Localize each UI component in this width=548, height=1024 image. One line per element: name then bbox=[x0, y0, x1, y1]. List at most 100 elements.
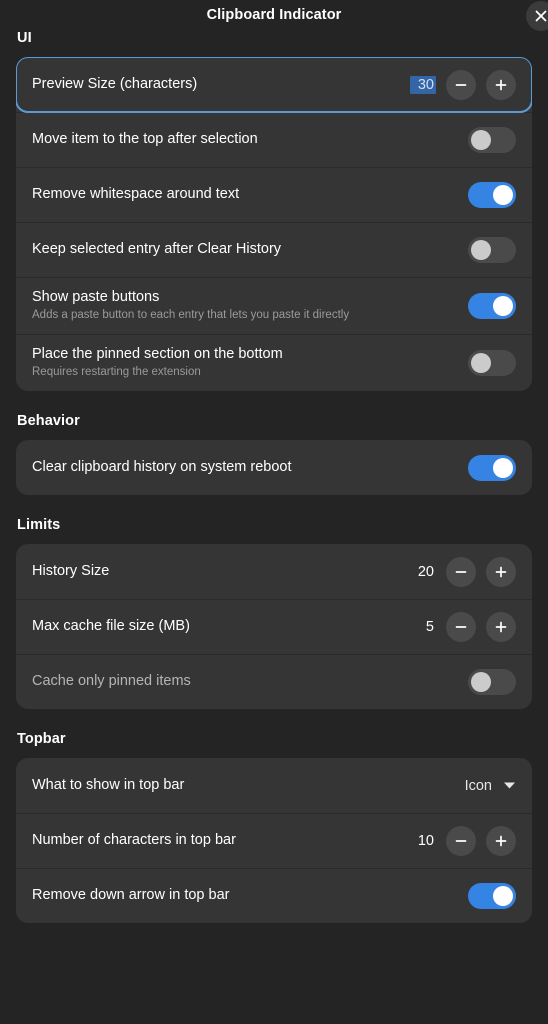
row-control bbox=[468, 181, 516, 208]
settings-group: What to show in top bar Icon Number of cha… bbox=[16, 758, 532, 923]
settings-group: Preview Size (characters) 30 Move item to … bbox=[16, 57, 532, 391]
spin-button[interactable]: 30 bbox=[410, 69, 516, 100]
toggle-switch[interactable] bbox=[468, 349, 516, 376]
row-control: 20 bbox=[410, 556, 516, 587]
spin-value[interactable]: 30 bbox=[410, 75, 436, 94]
row-labels: Move item to the top after selection bbox=[32, 130, 456, 148]
section-ui: UI Preview Size (characters) 30 Move item t… bbox=[16, 30, 532, 391]
toggle-switch[interactable] bbox=[468, 882, 516, 909]
toggle-knob bbox=[493, 885, 513, 906]
settings-row-remove-down-arrow-in-top-bar[interactable]: Remove down arrow in top bar bbox=[16, 868, 532, 923]
spin-value[interactable]: 20 bbox=[410, 563, 436, 581]
toggle-knob bbox=[493, 184, 513, 205]
increment-button[interactable] bbox=[486, 825, 516, 856]
settings-row-place-the-pinned-section-on-the-bottom[interactable]: Place the pinned section on the bottom Re… bbox=[16, 334, 532, 391]
settings-row-preview-size-characters[interactable]: Preview Size (characters) 30 bbox=[16, 57, 532, 113]
settings-row-show-paste-buttons[interactable]: Show paste buttons Adds a paste button to… bbox=[16, 277, 532, 334]
increment-button[interactable] bbox=[486, 69, 516, 100]
row-labels: Cache only pinned items bbox=[32, 672, 456, 690]
settings-row-what-to-show-in-top-bar[interactable]: What to show in top bar Icon bbox=[16, 758, 532, 813]
window-title: Clipboard Indicator bbox=[206, 7, 342, 23]
minus-icon bbox=[454, 620, 468, 634]
row-title: Cache only pinned items bbox=[32, 673, 191, 690]
settings-row-history-size[interactable]: History Size 20 bbox=[16, 544, 532, 599]
toggle-knob bbox=[493, 295, 513, 316]
plus-icon bbox=[494, 834, 508, 848]
spin-button[interactable]: 20 bbox=[410, 556, 516, 587]
section-header: Behavior bbox=[17, 413, 80, 429]
row-control bbox=[468, 292, 516, 319]
row-title: Max cache file size (MB) bbox=[32, 618, 190, 635]
minus-icon bbox=[454, 834, 468, 848]
plus-icon bbox=[494, 78, 508, 92]
preferences-page: UI Preview Size (characters) 30 Move item t… bbox=[0, 30, 548, 923]
settings-group: History Size 20 Max cache file size (MB) 5 C… bbox=[16, 544, 532, 709]
row-labels: Keep selected entry after Clear History bbox=[32, 240, 456, 258]
row-labels: What to show in top bar bbox=[32, 776, 453, 794]
increment-button[interactable] bbox=[486, 556, 516, 587]
minus-icon bbox=[454, 565, 468, 579]
row-labels: Preview Size (characters) bbox=[32, 75, 398, 93]
close-button[interactable] bbox=[526, 1, 548, 31]
row-labels: Number of characters in top bar bbox=[32, 831, 398, 849]
spin-button[interactable]: 10 bbox=[410, 825, 516, 856]
spin-button[interactable]: 5 bbox=[410, 611, 516, 642]
toggle-knob bbox=[493, 457, 513, 478]
row-control: Icon bbox=[465, 778, 516, 794]
row-labels: Remove whitespace around text bbox=[32, 185, 456, 203]
section-header: Limits bbox=[17, 517, 61, 533]
row-control: 30 bbox=[410, 69, 516, 100]
row-control bbox=[468, 668, 516, 695]
row-control bbox=[468, 882, 516, 909]
row-labels: Clear clipboard history on system reboot bbox=[32, 458, 456, 476]
toggle-switch[interactable] bbox=[468, 454, 516, 481]
toggle-knob bbox=[471, 671, 491, 692]
row-control bbox=[468, 454, 516, 481]
row-title: History Size bbox=[32, 563, 110, 580]
toggle-switch[interactable] bbox=[468, 181, 516, 208]
row-title: Number of characters in top bar bbox=[32, 832, 236, 849]
row-title: Keep selected entry after Clear History bbox=[32, 241, 282, 258]
row-subtitle: Requires restarting the extension bbox=[32, 366, 201, 379]
decrement-button[interactable] bbox=[446, 825, 476, 856]
toggle-switch[interactable] bbox=[468, 292, 516, 319]
row-control: 10 bbox=[410, 825, 516, 856]
plus-icon bbox=[494, 620, 508, 634]
decrement-button[interactable] bbox=[446, 611, 476, 642]
settings-group: Clear clipboard history on system reboot bbox=[16, 440, 532, 495]
row-labels: History Size bbox=[32, 562, 398, 580]
toggle-switch[interactable] bbox=[468, 126, 516, 153]
settings-row-number-of-characters-in-top-bar[interactable]: Number of characters in top bar 10 bbox=[16, 813, 532, 868]
toggle-knob bbox=[471, 239, 491, 260]
toggle-switch[interactable] bbox=[468, 668, 516, 695]
settings-row-keep-selected-entry-after-clear-history[interactable]: Keep selected entry after Clear History bbox=[16, 222, 532, 277]
row-labels: Remove down arrow in top bar bbox=[32, 886, 456, 904]
close-icon bbox=[535, 10, 547, 22]
row-labels: Max cache file size (MB) bbox=[32, 617, 398, 635]
toggle-switch[interactable] bbox=[468, 236, 516, 263]
decrement-button[interactable] bbox=[446, 69, 476, 100]
row-title: Remove whitespace around text bbox=[32, 186, 240, 203]
row-control bbox=[468, 349, 516, 376]
settings-row-remove-whitespace-around-text[interactable]: Remove whitespace around text bbox=[16, 167, 532, 222]
minus-icon bbox=[454, 78, 468, 92]
window-titlebar: Clipboard Indicator bbox=[0, 0, 548, 31]
increment-button[interactable] bbox=[486, 611, 516, 642]
settings-row-move-item-to-the-top-after-selection[interactable]: Move item to the top after selection bbox=[16, 112, 532, 167]
section-header: UI bbox=[17, 30, 32, 46]
row-labels: Show paste buttons Adds a paste button to… bbox=[32, 288, 456, 323]
chevron-down-icon bbox=[503, 781, 516, 790]
row-title: Remove down arrow in top bar bbox=[32, 887, 230, 904]
row-control: 5 bbox=[410, 611, 516, 642]
spin-value[interactable]: 5 bbox=[410, 618, 436, 636]
toggle-knob bbox=[471, 129, 491, 150]
settings-row-clear-clipboard-history-on-system-reboot[interactable]: Clear clipboard history on system reboot bbox=[16, 440, 532, 495]
settings-row-max-cache-file-size-mb[interactable]: Max cache file size (MB) 5 bbox=[16, 599, 532, 654]
row-control bbox=[468, 236, 516, 263]
decrement-button[interactable] bbox=[446, 556, 476, 587]
dropdown-select[interactable]: Icon bbox=[465, 778, 516, 794]
dropdown-value: Icon bbox=[464, 777, 492, 794]
settings-row-cache-only-pinned-items[interactable]: Cache only pinned items bbox=[16, 654, 532, 709]
spin-value[interactable]: 10 bbox=[410, 832, 436, 850]
section-topbar: Topbar What to show in top bar Icon Number … bbox=[16, 731, 532, 923]
